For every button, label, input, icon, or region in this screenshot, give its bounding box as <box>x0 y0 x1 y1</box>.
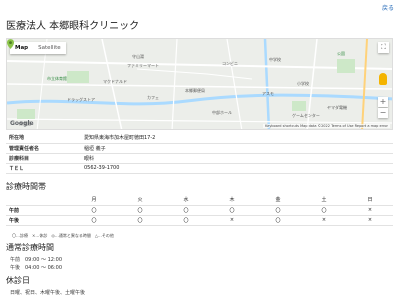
info-key: 管理責任者名 <box>6 143 81 154</box>
schedule-cell: 〇 <box>163 215 209 226</box>
map-label: マクドナルド <box>103 79 127 84</box>
schedule-table: 月 火 水 木 金 土 日 午前 〇 〇 〇 〇 〇 〇 × 午後 〇 〇 〇 … <box>6 195 393 226</box>
schedule-legend: 〇…診療 ×…休診 ◎…通常と異なる時間 △…その他 <box>12 233 114 238</box>
schedule-cell: 〇 <box>255 205 301 216</box>
google-logo: Google <box>10 120 34 127</box>
map-label: ゲームセンター <box>292 113 320 118</box>
day-header: 金 <box>255 195 301 206</box>
info-key: 所在地 <box>6 133 81 144</box>
day-header: 木 <box>209 195 255 206</box>
map-label: ドラッグストア <box>67 97 95 102</box>
schedule-cell: 〇 <box>163 205 209 216</box>
schedule-corner <box>6 195 71 206</box>
map-label: 本郷郵便局 <box>185 88 205 93</box>
zoom-out-button[interactable]: − <box>378 108 388 118</box>
map-label: 公園 <box>337 51 345 56</box>
table-row: ＴＥＬ 0562-39-1700 <box>6 163 393 174</box>
day-header: 水 <box>163 195 209 206</box>
schedule-cell: × <box>209 215 255 226</box>
page-title: 医療法人 本郷眼科クリニック <box>6 21 140 32</box>
hours-heading: 通常診療時間 <box>6 243 54 252</box>
map-footer-links[interactable]: Keyboard shortcuts Map data ©2022 Terms … <box>263 124 390 128</box>
map-label: アスモ <box>262 91 274 96</box>
schedule-cell: 〇 <box>255 215 301 226</box>
schedule-cell: × <box>347 215 393 226</box>
info-value: 0562-39-1700 <box>81 163 393 174</box>
schedule-cell: 〇 <box>209 205 255 216</box>
map-label: カフェ <box>147 95 159 100</box>
hours-pm: 午後 04:00 〜 06:00 <box>10 265 62 271</box>
pegman-icon[interactable] <box>379 73 387 85</box>
hours-am: 午前 09:00 〜 12:00 <box>10 257 62 263</box>
schedule-cell: 〇 <box>301 205 347 216</box>
schedule-header-row: 月 火 水 木 金 土 日 <box>6 195 393 206</box>
map-label: 中学校 <box>269 57 281 62</box>
map-label: コンビニ <box>222 61 238 66</box>
table-row: 診療科目 眼科 <box>6 153 393 164</box>
schedule-cell: × <box>347 205 393 216</box>
zoom-in-button[interactable]: + <box>378 97 388 107</box>
holidays-text: 日曜、祝日、木曜午後、土曜午後 <box>10 290 86 296</box>
schedule-cell: 〇 <box>117 215 163 226</box>
schedule-cell: × <box>301 215 347 226</box>
schedule-cell: 〇 <box>71 215 117 226</box>
info-key: ＴＥＬ <box>6 163 81 174</box>
map-label: 守山湯 <box>132 54 144 59</box>
day-header: 月 <box>71 195 117 206</box>
table-row: 所在地 愛知県東海市加木屋町徳田17-2 <box>6 133 393 144</box>
schedule-heading: 診療時間帯 <box>6 182 46 191</box>
map-label: 中部ホール <box>212 110 232 115</box>
info-key: 診療科目 <box>6 153 81 164</box>
schedule-cell: 〇 <box>117 205 163 216</box>
map-tab-satellite[interactable]: Satellite <box>33 42 66 54</box>
day-header: 日 <box>347 195 393 206</box>
session-label: 午前 <box>6 205 71 216</box>
map-type-tabs: Map Satellite <box>10 42 66 54</box>
table-row: 午前 〇 〇 〇 〇 〇 〇 × <box>6 205 393 216</box>
day-header: 土 <box>301 195 347 206</box>
map-label: 市立体育館 <box>47 76 67 81</box>
table-row: 管理責任者名 稲垣 義子 <box>6 143 393 154</box>
map-label: ファミリーマート <box>127 63 159 68</box>
table-row: 午後 〇 〇 〇 × 〇 × × <box>6 215 393 226</box>
day-header: 火 <box>117 195 163 206</box>
clinic-info-table: 所在地 愛知県東海市加木屋町徳田17-2 管理責任者名 稲垣 義子 診療科目 眼… <box>6 133 393 174</box>
info-value: 稲垣 義子 <box>81 143 393 154</box>
fullscreen-icon[interactable]: ⛶ <box>378 42 389 53</box>
location-marker-icon[interactable] <box>7 39 14 49</box>
schedule-cell: 〇 <box>71 205 117 216</box>
back-link[interactable]: 戻る <box>382 3 394 12</box>
map-label: 小学校 <box>297 81 309 86</box>
map-widget[interactable]: Map Satellite ⛶ + − 市立体育館 守山湯 ファミリーマート 中… <box>6 38 393 130</box>
holidays-heading: 休診日 <box>6 276 30 285</box>
info-value: 愛知県東海市加木屋町徳田17-2 <box>81 133 393 144</box>
info-value: 眼科 <box>81 153 393 164</box>
session-label: 午後 <box>6 215 71 226</box>
map-label: ヤマダ電機 <box>327 105 347 110</box>
